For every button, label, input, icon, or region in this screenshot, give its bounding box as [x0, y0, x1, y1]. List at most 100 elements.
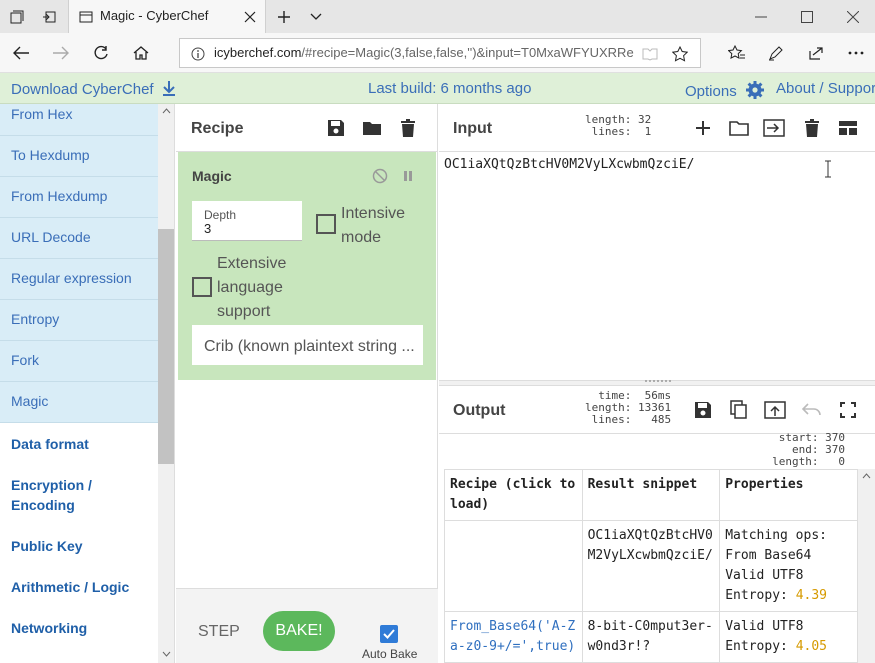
op-to-hexdump[interactable]: To Hexdump — [0, 136, 158, 177]
minimize-icon[interactable] — [738, 0, 784, 33]
forward-arrow-icon[interactable] — [49, 41, 73, 65]
column-header: Properties — [719, 469, 858, 521]
category-public-key[interactable]: Public Key — [0, 536, 158, 556]
scroll-up-icon[interactable] — [862, 473, 871, 479]
checkmark-icon — [383, 629, 395, 639]
op-entropy[interactable]: Entropy — [0, 300, 158, 341]
category-arithmetic-logic[interactable]: Arithmetic / Logic — [0, 577, 158, 597]
pen-notes-icon[interactable] — [764, 41, 788, 65]
maximize-icon[interactable] — [784, 0, 830, 33]
open-file-icon[interactable] — [763, 117, 785, 139]
chevron-down-icon[interactable] — [305, 6, 327, 28]
tab-actions-icon[interactable] — [6, 6, 28, 28]
clear-recipe-trash-icon[interactable] — [397, 117, 419, 139]
maximize-output-icon[interactable] — [837, 399, 859, 421]
refresh-icon[interactable] — [89, 41, 113, 65]
selection-stats: start: 370 end: 370 length: 0 — [772, 431, 845, 468]
favorite-star-icon[interactable] — [668, 42, 692, 66]
set-tabs-aside-icon[interactable] — [38, 6, 60, 28]
open-folder-icon[interactable] — [728, 117, 750, 139]
recipe-title: Recipe — [191, 120, 244, 137]
undo-icon[interactable] — [801, 399, 823, 421]
replace-input-icon[interactable] — [764, 399, 786, 421]
operations-scroll-thumb[interactable] — [158, 229, 174, 464]
favorites-icon[interactable] — [725, 41, 749, 65]
last-build-text: Last build: 6 months ago — [368, 80, 532, 97]
new-tab-icon[interactable] — [273, 6, 295, 28]
download-cyberchef-link[interactable]: Download CyberChef — [11, 80, 176, 98]
input-stats: length: 32 lines: 1 — [585, 113, 652, 138]
depth-field[interactable]: Depth 3 — [192, 201, 302, 241]
scroll-up-icon[interactable] — [162, 108, 171, 114]
copy-output-icon[interactable] — [728, 399, 750, 421]
gear-icon — [745, 81, 764, 99]
recipe-panel: Recipe Magic Depth 3 Intensive mode Exte… — [176, 104, 438, 663]
op-from-hex[interactable]: From Hex — [0, 104, 158, 136]
download-icon — [162, 81, 175, 96]
output-scrollbar[interactable] — [858, 469, 875, 663]
text-cursor-icon — [824, 160, 832, 183]
depth-value: 3 — [204, 221, 212, 236]
step-button[interactable]: STEP — [198, 623, 240, 641]
options-link[interactable]: Options — [685, 80, 765, 100]
reading-view-icon[interactable] — [638, 42, 662, 66]
op-magic[interactable]: Magic — [0, 382, 158, 423]
output-title: Output — [453, 402, 506, 419]
active-browser-tab[interactable]: Magic - CyberChef — [68, 0, 266, 33]
operation-title: Magic — [192, 168, 232, 184]
home-icon[interactable] — [129, 41, 153, 65]
intensive-mode-label: Intensive mode — [341, 205, 406, 246]
input-title: Input — [453, 120, 493, 137]
operations-scrollbar[interactable] — [158, 104, 174, 663]
column-header: Recipe (click to load) — [444, 469, 583, 521]
auto-bake-checkbox[interactable] — [380, 625, 398, 643]
category-data-format[interactable]: Data format — [0, 434, 158, 454]
disable-op-icon[interactable] — [369, 165, 391, 187]
output-stats: time: 56ms length: 13361 lines: 485 — [585, 389, 672, 426]
op-fork[interactable]: Fork — [0, 341, 158, 382]
category-networking[interactable]: Networking — [0, 618, 158, 638]
layout-toggle-icon[interactable] — [837, 117, 859, 139]
extensive-language-checkbox[interactable] — [192, 277, 212, 297]
close-window-icon[interactable] — [830, 0, 875, 33]
category-encryption-encoding[interactable]: Encryption / Encoding — [0, 475, 120, 515]
address-bar[interactable]: icyberchef.com/#recipe=Magic(3,false,fal… — [179, 38, 701, 68]
more-menu-icon[interactable] — [844, 41, 868, 65]
entropy-value: 4.05 — [795, 639, 827, 654]
auto-bake-label: Auto Bake — [362, 647, 418, 661]
url-text: icyberchef.com/#recipe=Magic(3,false,fal… — [214, 45, 634, 60]
op-regular-expression[interactable]: Regular expression — [0, 259, 158, 300]
magic-results-table: Recipe (click to load) Result snippet Pr… — [444, 469, 858, 663]
operations-panel: From Hex To Hexdump From Hexdump URL Dec… — [0, 104, 175, 663]
clear-input-trash-icon[interactable] — [801, 117, 823, 139]
recipe-cell[interactable] — [444, 520, 583, 612]
intensive-mode-checkbox[interactable] — [316, 214, 336, 234]
cyberchef-banner: Download CyberChef Last build: 6 months … — [0, 73, 875, 104]
snippet-cell: 8-bit-C0mput3er-w0nd3r!? — [581, 611, 721, 663]
browser-nav-bar: icyberchef.com/#recipe=Magic(3,false,fal… — [0, 33, 875, 73]
input-textarea[interactable]: OC1iaXQtQzBtcHV0M2VyLXcwbmQzciE/ — [444, 157, 694, 172]
resize-handle-icon[interactable] — [644, 379, 674, 383]
properties-cell: Valid UTF8 Entropy: 4.05 — [719, 611, 858, 663]
save-output-icon[interactable] — [692, 399, 714, 421]
add-input-icon[interactable] — [692, 117, 714, 139]
share-icon[interactable] — [804, 41, 828, 65]
column-header: Result snippet — [581, 469, 721, 521]
browser-tab-bar: Magic - CyberChef — [0, 0, 875, 33]
op-from-hexdump[interactable]: From Hexdump — [0, 177, 158, 218]
crib-input[interactable]: Crib (known plaintext string ... — [192, 325, 423, 365]
recipe-cell[interactable]: From_Base64('A-Za-z0-9+/=',true) — [444, 611, 583, 663]
bake-button[interactable]: BAKE! — [263, 611, 335, 651]
pause-icon[interactable] — [397, 165, 419, 187]
op-url-decode[interactable]: URL Decode — [0, 218, 158, 259]
input-header: Input length: 32 lines: 1 — [439, 104, 875, 152]
site-info-icon[interactable] — [186, 42, 210, 66]
extensive-language-label: Extensive language support — [217, 255, 287, 320]
save-recipe-icon[interactable] — [325, 117, 347, 139]
load-recipe-folder-icon[interactable] — [361, 117, 383, 139]
back-arrow-icon[interactable] — [9, 41, 33, 65]
close-tab-icon[interactable] — [239, 6, 261, 28]
io-panel: Input length: 32 lines: 1 OC1iaXQtQzBtcHV… — [439, 104, 875, 663]
about-support-link[interactable]: About / Support — [776, 80, 875, 97]
scroll-down-icon[interactable] — [162, 651, 171, 657]
